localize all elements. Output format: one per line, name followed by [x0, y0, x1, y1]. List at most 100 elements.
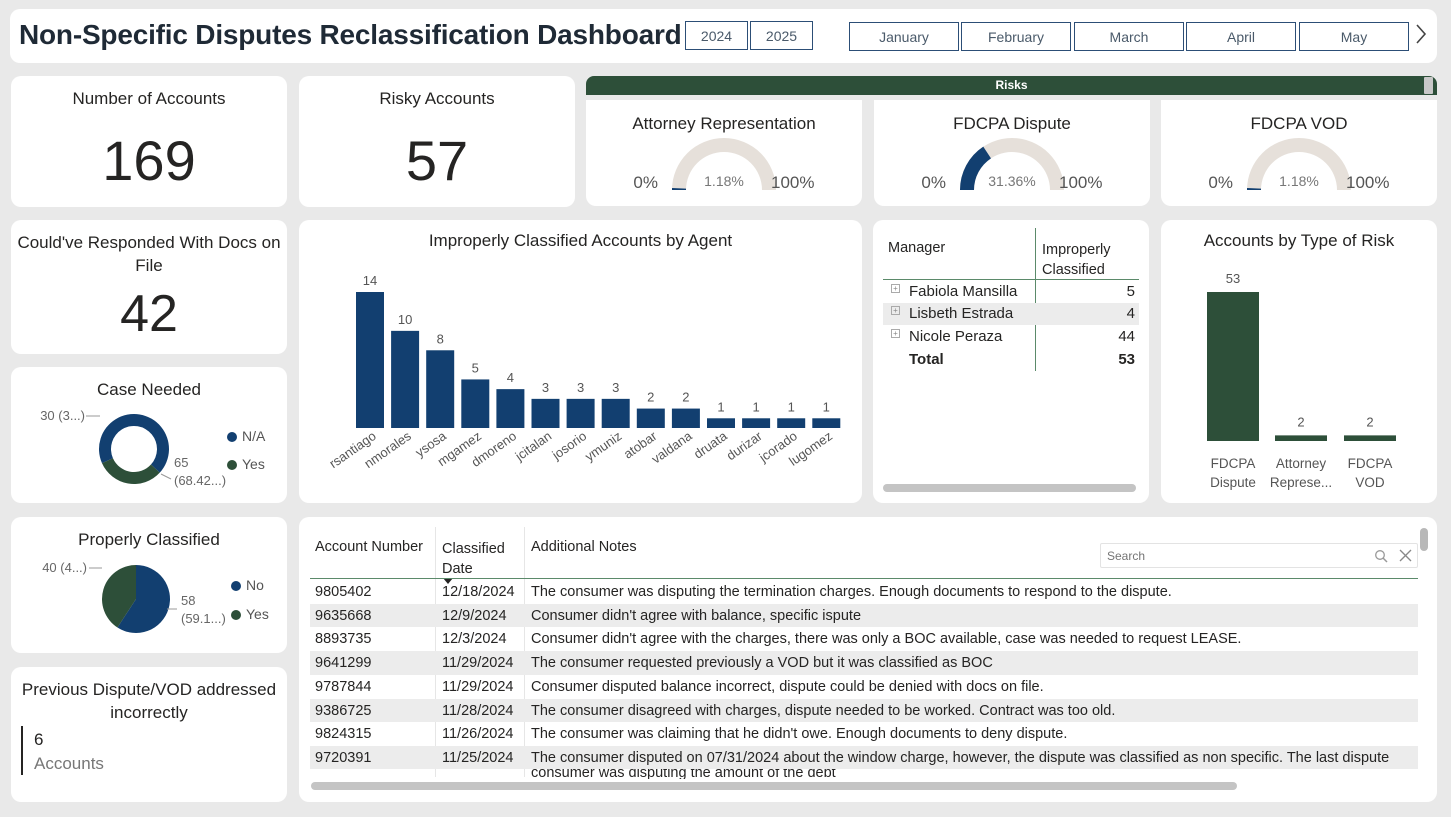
risks-scrollbar[interactable] [1424, 77, 1433, 94]
month-february-button[interactable]: February [961, 22, 1071, 51]
year-2024-button[interactable]: 2024 [685, 21, 748, 50]
overflow-text: consumer was disputing the amount of the… [531, 769, 836, 779]
classified-date-cell: 11/28/2024 [442, 702, 514, 719]
table-row[interactable]: + Lisbeth Estrada 4 [883, 303, 1139, 325]
gauge-max-label: 100% [1059, 173, 1102, 192]
expand-icon[interactable]: + [891, 284, 900, 293]
slice-yes[interactable] [101, 458, 160, 484]
data-label: 10 [398, 312, 412, 327]
header-divider [883, 279, 1139, 280]
search-input[interactable] [1107, 548, 1357, 564]
agent-bar-chart: 14rsantiago10nmorales8ysosa5mgamez4dmore… [326, 273, 841, 471]
header-account-number[interactable]: Account Number [315, 539, 423, 555]
classified-date-cell: 12/9/2024 [442, 607, 507, 624]
table-row[interactable]: 9720391 11/25/2024 The consumer disputed o… [310, 745, 1418, 770]
month-may-button[interactable]: May [1299, 22, 1409, 51]
data-label: 2 [1297, 414, 1304, 429]
bar-rsantiago[interactable] [356, 292, 384, 428]
bar-lugomez[interactable] [812, 418, 841, 428]
account-number-cell: 9787844 [315, 678, 372, 695]
bar-risk-type[interactable] [1344, 435, 1396, 441]
table-row[interactable]: + Fabiola Mansilla 5 [883, 281, 1139, 303]
data-label: 5 [472, 360, 479, 375]
bar-jcitalan[interactable] [531, 398, 560, 428]
manager-value: 5 [1126, 283, 1135, 300]
table-row[interactable]: 9641299 11/29/2024 The consumer requested … [310, 651, 1418, 675]
classified-date-cell: 11/29/2024 [442, 678, 514, 695]
total-value: 53 [1118, 351, 1135, 368]
bar-mgamez[interactable] [461, 379, 490, 428]
legend-item-yes[interactable]: Yes [231, 606, 269, 622]
risks-header-bar: Risks [586, 76, 1437, 95]
header-manager[interactable]: Manager [888, 240, 945, 256]
bar-josorio[interactable] [566, 398, 595, 428]
tick-label: josorio [549, 428, 590, 463]
month-january-button[interactable]: January [849, 22, 959, 51]
header-classified-date[interactable]: Classified Date [442, 539, 522, 579]
year-2025-button[interactable]: 2025 [750, 21, 813, 50]
chevron-right-icon[interactable] [1415, 23, 1427, 45]
tick-label: FDCPA [1348, 456, 1393, 471]
notes-table-card: Account Number Classified Date Additiona… [299, 517, 1437, 802]
expand-icon[interactable]: + [891, 329, 900, 338]
tick-label: FDCPA [1211, 456, 1256, 471]
bar-dmoreno[interactable] [496, 389, 525, 428]
kpi-label: Could've Responded With Docs on File [17, 233, 281, 275]
data-label: 14 [363, 273, 377, 288]
header-additional-notes[interactable]: Additional Notes [531, 539, 637, 555]
slice-label: (68.42...) [174, 473, 226, 488]
search-field[interactable] [1100, 543, 1418, 568]
bar-risk-type[interactable] [1207, 292, 1259, 441]
close-icon[interactable] [1399, 549, 1412, 562]
horizontal-scrollbar[interactable] [883, 484, 1136, 492]
table-row[interactable]: 9787844 11/29/2024 Consumer disputed balan… [310, 675, 1418, 699]
table-row[interactable]: 9824315 11/26/2024 The consumer was claimi… [310, 722, 1418, 746]
bar-atobar[interactable] [636, 408, 665, 428]
header-improperly-classified[interactable]: Improperly Classified [1042, 240, 1132, 280]
legend-item-na[interactable]: N/A [227, 428, 265, 444]
gauge-max-label: 100% [771, 173, 814, 192]
search-icon[interactable] [1374, 549, 1388, 563]
slice-label: (59.1...) [181, 611, 226, 626]
legend-label: Yes [242, 456, 265, 472]
previous-dispute-card: Previous Dispute/VOD addressed incorrect… [11, 667, 287, 802]
slice-label: 58 [181, 593, 195, 608]
tick-label: jcitalan [512, 428, 555, 464]
leader-line [160, 473, 172, 480]
manager-name: Nicole Peraza [909, 328, 1003, 345]
manager-name: Fabiola Mansilla [909, 283, 1018, 300]
agent-chart-card: Improperly Classified Accounts by Agent … [299, 220, 862, 503]
gauge-fdcpa-dispute: 31.36% 0% 100% [921, 138, 1102, 192]
vertical-scrollbar[interactable] [1420, 528, 1428, 551]
expand-icon[interactable]: + [891, 306, 900, 315]
month-april-button[interactable]: April [1186, 22, 1296, 51]
data-label: 2 [682, 390, 689, 405]
legend-label: No [246, 577, 264, 593]
table-row[interactable]: 9635668 12/9/2024 Consumer didn't agree wi… [310, 603, 1418, 628]
horizontal-scrollbar[interactable] [311, 782, 1237, 790]
bar-durizar[interactable] [742, 418, 771, 428]
account-number-cell: 9635668 [315, 607, 372, 624]
data-label: 1 [752, 399, 759, 414]
legend-item-yes[interactable]: Yes [227, 456, 265, 472]
header-bar: Non-Specific Disputes Reclassification D… [10, 9, 1437, 63]
bar-ymuniz[interactable] [601, 398, 630, 428]
legend-item-no[interactable]: No [231, 577, 264, 593]
bar-ysosa[interactable] [426, 350, 455, 428]
bar-valdana[interactable] [671, 408, 700, 428]
bar-druata[interactable] [707, 418, 735, 428]
table-row[interactable]: 8893735 12/3/2024 Consumer didn't agree wi… [310, 627, 1418, 651]
bar-nmorales[interactable] [391, 330, 420, 428]
data-label: 8 [437, 331, 444, 346]
bar-jcorado[interactable] [777, 418, 806, 428]
data-label: 1 [823, 399, 830, 414]
gauge-value-label: 1.18% [1279, 173, 1319, 189]
table-row[interactable]: + Nicole Peraza 44 [883, 326, 1139, 348]
month-march-button[interactable]: March [1074, 22, 1184, 51]
table-row[interactable]: 9805402 12/18/2024 The consumer was disput… [310, 580, 1418, 604]
data-label: 1 [717, 399, 724, 414]
bar-risk-type[interactable] [1275, 435, 1327, 441]
gauge-card-fdcpa-vod: FDCPA VOD 1.18% 0% 100% [1161, 100, 1437, 206]
slice-label: 40 (4...) [42, 560, 87, 575]
table-row[interactable]: 9386725 11/28/2024 The consumer disagreed … [310, 698, 1418, 722]
